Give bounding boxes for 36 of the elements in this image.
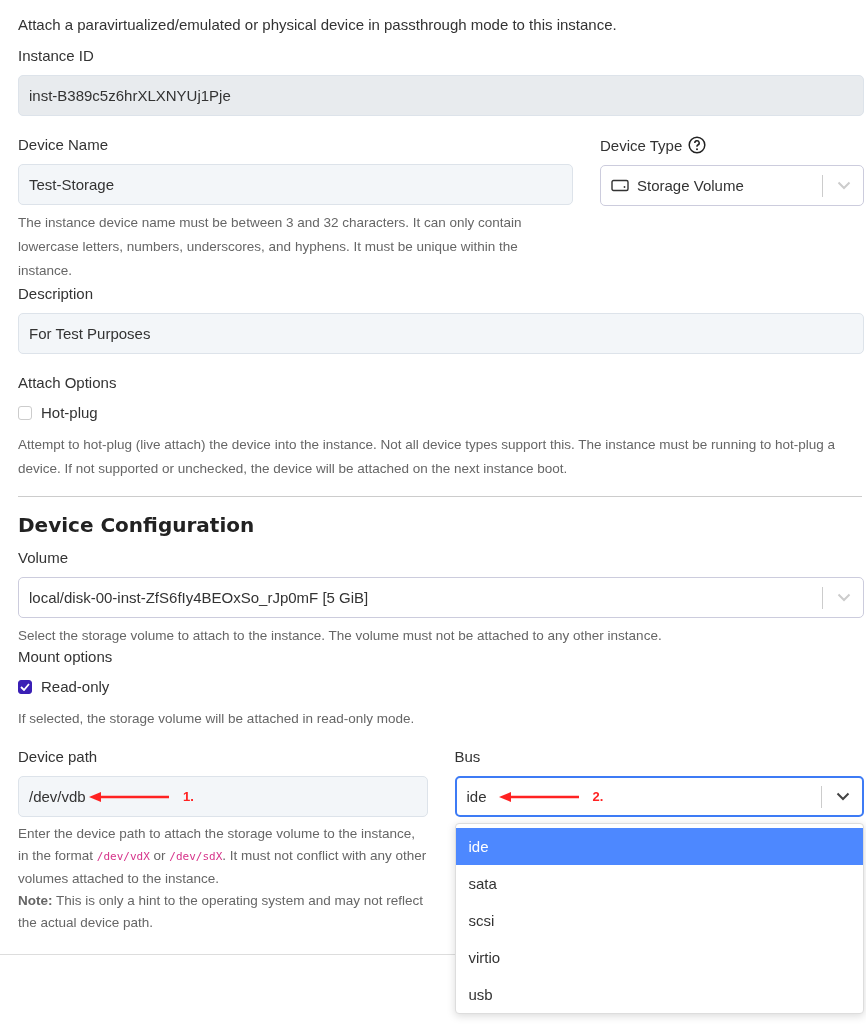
field-label: Bus	[454, 748, 481, 765]
description-field[interactable]: For Test Purposes	[18, 313, 864, 354]
help-text: Attempt to hot-plug (live attach) the device into the instance. Not all device types support this. The instance must be running to hot-plug a device. If not supported or unchecked, the device will be attached on the next instance boot.	[18, 436, 836, 478]
chevron-down-icon	[837, 593, 851, 602]
volume-select[interactable]: local/disk-00-inst-ZfS6fIy4BEOxSo_rJp0mF [5 GiB]	[18, 577, 864, 618]
device-type-select[interactable]: Storage Volume	[600, 165, 864, 206]
annotation-number: 2.	[592, 789, 604, 804]
field-label: Device Name	[18, 136, 109, 153]
help-icon[interactable]	[688, 136, 707, 154]
chevron-down-icon	[836, 792, 850, 801]
chevron-down-icon	[837, 181, 851, 190]
field-label: Device path	[18, 748, 98, 765]
help-text: Select the storage volume to attach to the instance. The volume must not be attached to any other instance.	[18, 627, 663, 645]
annotation-number: 1.	[183, 789, 194, 804]
device-path-field[interactable]: /dev/vdb 1.	[18, 776, 428, 817]
drive-icon	[611, 179, 629, 192]
dropdown-option[interactable]: scsi	[455, 902, 863, 939]
field-label: Description	[18, 285, 94, 302]
field-label: Volume	[18, 549, 69, 566]
field-label: Instance ID	[18, 47, 94, 64]
checkbox-label: Read-only	[41, 678, 110, 695]
device-name-field[interactable]: Test-Storage	[18, 164, 573, 205]
dropdown-option[interactable]: virtio	[455, 939, 863, 976]
checkbox[interactable]	[18, 679, 32, 694]
field-label: Device Type	[600, 136, 683, 154]
intro-text: Attach a paravirtualized/emulated or physical device in passthrough mode to this instance.	[18, 16, 618, 33]
dropdown-option[interactable]: usb	[455, 976, 863, 1013]
help-text: The instance device name must be between 3 and 32 characters. It can only contain lowercase letters, numbers, underscores, and hyphens. It must be unique within the instance.	[18, 214, 523, 280]
section-label: Mount options	[18, 648, 113, 665]
help-text: If selected, the storage volume will be attached in read-only mode.	[18, 710, 416, 728]
section-label: Attach Options	[18, 374, 117, 391]
section-heading: Device Configuration	[18, 513, 256, 537]
help-text: Enter the device path to attach the storage volume to the instance, in the format /dev/vdX or /dev/sdX. It must not conflict with any other volumes attached to the instance. Note: This is only a hint to the operating system and may not reflect the actual device path.	[18, 825, 428, 932]
dropdown-option[interactable]: sata	[455, 865, 863, 902]
bus-select[interactable]: ide 2.	[454, 776, 864, 817]
checkbox-label: Hot-plug	[41, 404, 98, 421]
